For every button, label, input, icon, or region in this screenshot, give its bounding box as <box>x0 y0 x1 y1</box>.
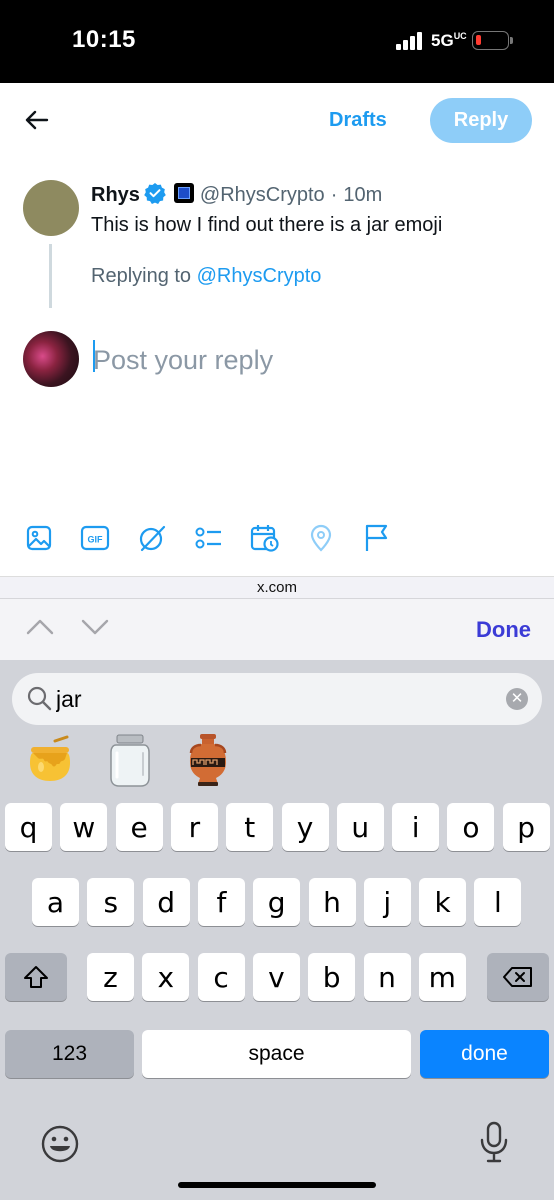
emoji-search-input[interactable] <box>56 682 456 716</box>
done-button[interactable]: Done <box>476 617 531 643</box>
key-c[interactable]: c <box>197 953 245 1001</box>
tweet-header: Rhys @RhysCrypto · 10m <box>91 182 382 210</box>
key-d[interactable]: d <box>142 878 190 926</box>
thread-line <box>49 244 52 308</box>
key-e[interactable]: e <box>115 803 163 851</box>
avatar[interactable] <box>23 180 79 236</box>
my-avatar[interactable] <box>23 331 79 387</box>
location-icon[interactable] <box>305 520 337 556</box>
svg-text:GIF: GIF <box>88 535 104 545</box>
key-m[interactable]: m <box>418 953 466 1001</box>
key-u[interactable]: u <box>336 803 384 851</box>
signal-icon <box>396 32 424 50</box>
poll-icon[interactable] <box>192 520 224 556</box>
key-h[interactable]: h <box>308 878 356 926</box>
author-handle[interactable]: @RhysCrypto <box>200 184 325 206</box>
keyboard: ✕ qwertyuiop asdfghjkl <box>0 660 554 1200</box>
flag-icon[interactable] <box>361 520 393 556</box>
status-time: 10:15 <box>72 26 136 53</box>
key-g[interactable]: g <box>253 878 301 926</box>
emoji-result-jar[interactable] <box>104 732 156 788</box>
key-x[interactable]: x <box>142 953 190 1001</box>
gif-icon[interactable]: GIF <box>79 520 111 556</box>
grok-icon[interactable] <box>136 520 168 556</box>
emoji-search-bar: ✕ <box>12 673 542 725</box>
status-bar: 10:15 5GUC <box>0 0 554 83</box>
key-z[interactable]: z <box>87 953 134 1001</box>
key-p[interactable]: p <box>502 803 550 851</box>
key-n[interactable]: n <box>363 953 411 1001</box>
separator: · <box>330 184 338 206</box>
key-k[interactable]: k <box>419 878 467 926</box>
key-i[interactable]: i <box>392 803 440 851</box>
key-o[interactable]: o <box>447 803 495 851</box>
replying-handle-link[interactable]: @RhysCrypto <box>197 265 322 287</box>
microphone-icon[interactable] <box>478 1120 510 1164</box>
battery-icon <box>472 31 513 50</box>
replying-to: Replying to @RhysCrypto <box>91 265 321 288</box>
emoji-keyboard-icon[interactable] <box>40 1124 80 1164</box>
key-y[interactable]: y <box>281 803 329 851</box>
numbers-key[interactable]: 123 <box>5 1030 134 1078</box>
key-r[interactable]: r <box>170 803 218 851</box>
search-icon <box>26 685 52 716</box>
clear-search-icon[interactable]: ✕ <box>506 688 528 710</box>
drafts-button[interactable]: Drafts <box>329 109 387 132</box>
home-indicator <box>178 1182 376 1188</box>
keyboard-accessory-bar: Done <box>0 598 554 660</box>
key-w[interactable]: w <box>60 803 108 851</box>
text-caret <box>93 340 95 372</box>
compose-toolbar: GIF <box>0 520 554 560</box>
done-key[interactable]: done <box>420 1030 549 1078</box>
schedule-icon[interactable] <box>249 520 281 556</box>
tweet-age: 10m <box>343 184 383 206</box>
delete-key[interactable] <box>487 953 549 1001</box>
affiliation-badge-icon <box>173 183 194 203</box>
key-s[interactable]: s <box>87 878 135 926</box>
emoji-result-amphora[interactable] <box>182 732 234 788</box>
author-name[interactable]: Rhys <box>91 184 140 206</box>
key-b[interactable]: b <box>308 953 356 1001</box>
image-icon[interactable] <box>23 520 55 556</box>
replying-prefix: Replying to <box>91 265 192 287</box>
key-t[interactable]: t <box>226 803 274 851</box>
back-arrow-icon[interactable] <box>22 105 52 135</box>
key-f[interactable]: f <box>197 878 245 926</box>
tweet-text: This is how I find out there is a jar em… <box>91 214 443 236</box>
key-q[interactable]: q <box>5 803 52 851</box>
verified-badge-icon <box>144 182 166 210</box>
key-a[interactable]: a <box>32 878 79 926</box>
space-key[interactable]: space <box>142 1030 411 1078</box>
chevron-up-icon[interactable] <box>26 617 54 637</box>
reply-input[interactable] <box>93 340 513 380</box>
network-indicator: 5GUC <box>431 31 467 50</box>
key-v[interactable]: v <box>252 953 300 1001</box>
key-j[interactable]: j <box>363 878 411 926</box>
emoji-result-honey-pot[interactable] <box>24 732 76 788</box>
chevron-down-icon[interactable] <box>81 617 109 637</box>
url-bar[interactable]: x.com <box>0 576 554 598</box>
key-l[interactable]: l <box>474 878 522 926</box>
compose-header: Drafts Reply <box>0 83 554 159</box>
reply-button[interactable]: Reply <box>430 98 532 143</box>
shift-key[interactable] <box>5 953 67 1001</box>
